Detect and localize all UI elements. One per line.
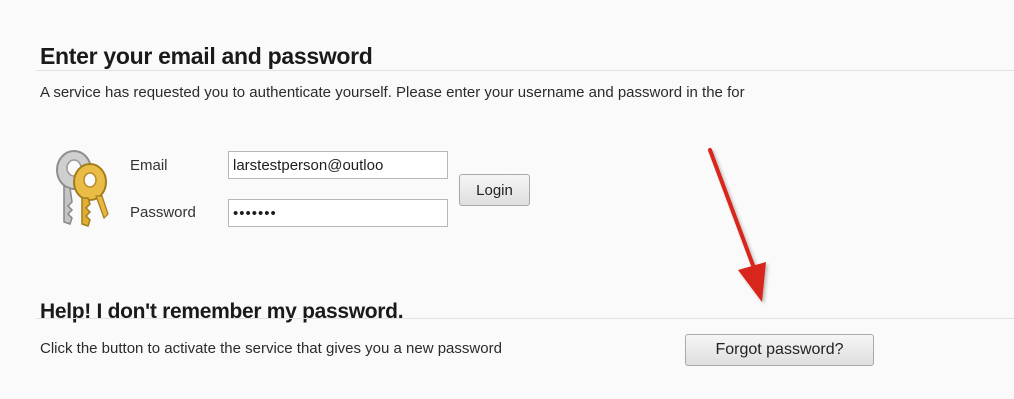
login-heading: Enter your email and password [40,43,373,70]
heading-divider [36,70,1014,71]
login-page: Enter your email and password A service … [0,0,1014,399]
red-arrow-annotation [708,148,766,302]
password-field[interactable] [228,199,448,227]
intro-text: A service has requested you to authentic… [40,84,745,101]
help-text: Click the button to activate the service… [40,340,502,357]
login-button[interactable]: Login [459,174,530,206]
email-label: Email [130,157,168,174]
forgot-password-button[interactable]: Forgot password? [685,334,874,366]
keys-icon [56,150,109,227]
help-heading: Help! I don't remember my password. [40,300,404,324]
password-label: Password [130,204,196,221]
help-divider [36,318,1014,319]
email-field[interactable] [228,151,448,179]
